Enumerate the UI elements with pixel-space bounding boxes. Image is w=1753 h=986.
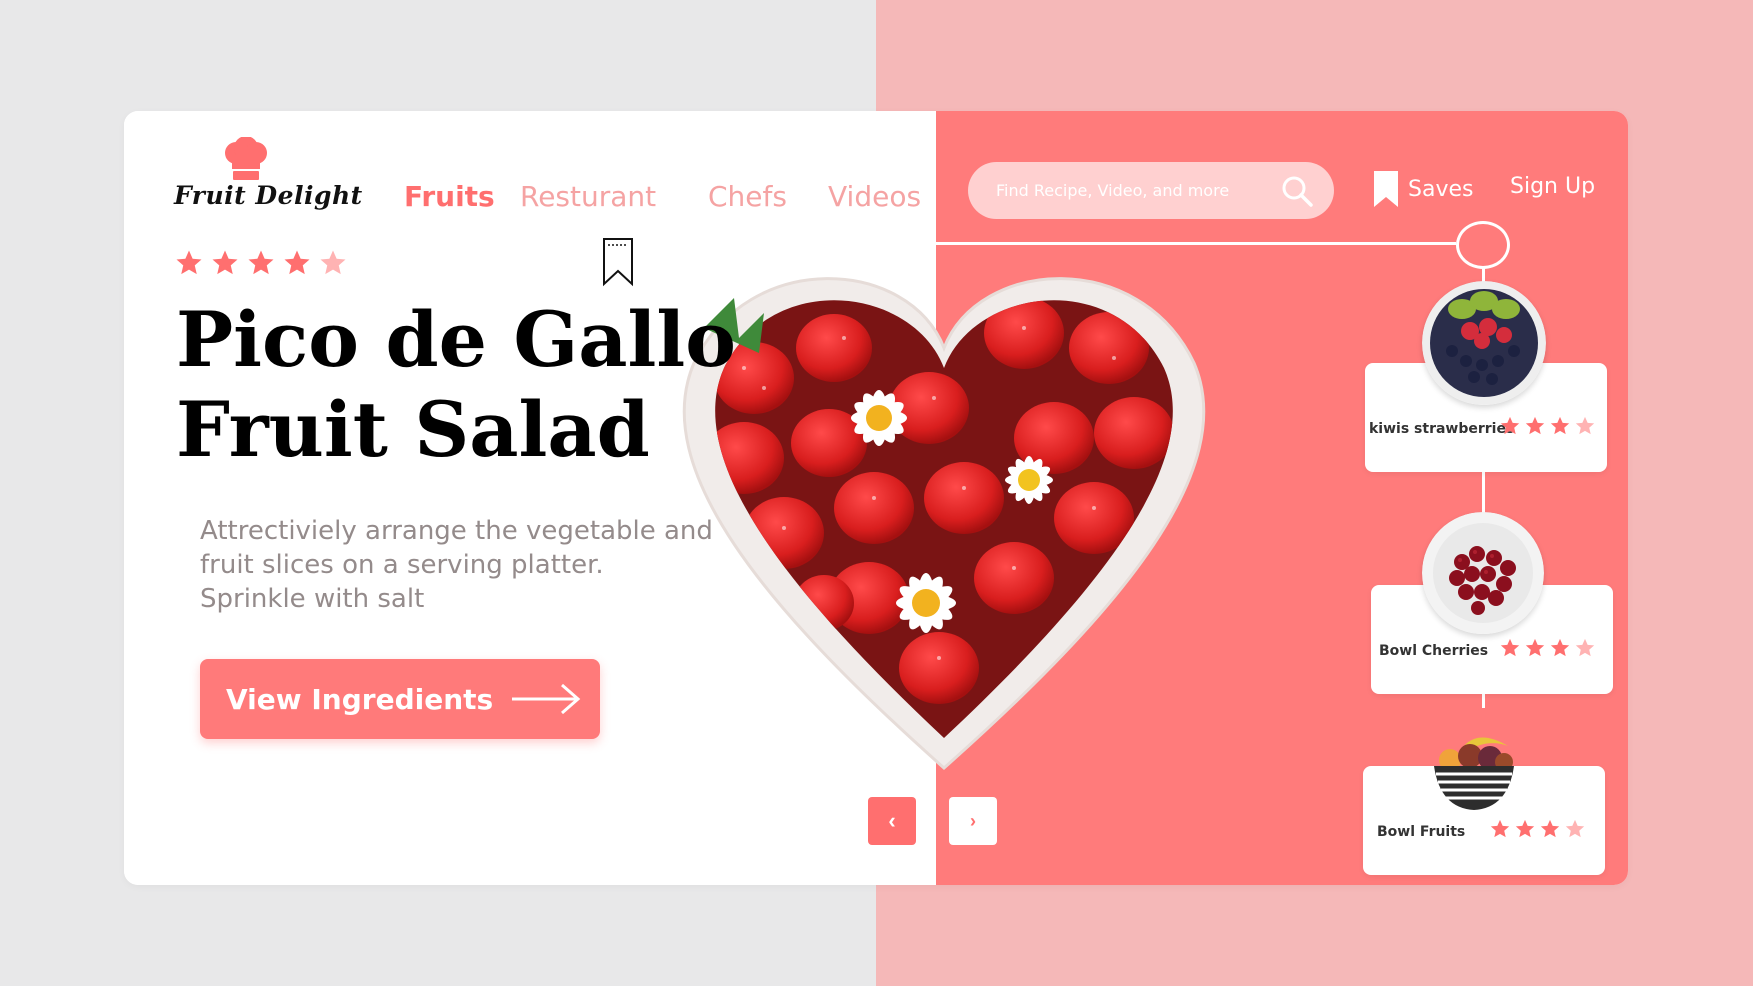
star-filled-icon: [284, 250, 310, 275]
recipe-name: kiwis strawberries: [1369, 421, 1515, 437]
kiwi-berry-bowl-image: [1422, 281, 1546, 405]
star-filled-icon: [1550, 416, 1570, 435]
saves-label: Saves: [1408, 176, 1474, 202]
next-slide-button[interactable]: ›: [949, 797, 997, 845]
search-icon[interactable]: [1280, 174, 1314, 208]
star-filled-icon: [1550, 638, 1570, 657]
star-filled-icon: [176, 250, 202, 275]
sign-up-link[interactable]: Sign Up: [1510, 174, 1595, 199]
recipe-rating: [1499, 415, 1596, 437]
recipe-rating: [1499, 637, 1596, 659]
search-bar: [968, 162, 1334, 219]
recipe-rating: [1489, 818, 1586, 840]
star-filled-icon: [1490, 819, 1510, 838]
description-line: Sprinkle with salt: [200, 584, 425, 614]
star-empty-icon: [1575, 638, 1595, 657]
recipe-name: Bowl Fruits: [1377, 824, 1466, 840]
star-filled-icon: [1500, 416, 1520, 435]
recipe-description: Attrectiviely arrange the vegetable and …: [200, 514, 713, 616]
nav-item-fruits[interactable]: Fruits: [404, 180, 495, 213]
timeline-horizontal: [936, 242, 1456, 245]
star-empty-icon: [1565, 819, 1585, 838]
brand-name: Fruit Delight: [174, 181, 363, 210]
star-filled-icon: [1500, 638, 1520, 657]
prev-slide-button[interactable]: ‹: [868, 797, 916, 845]
nav-item-resturant[interactable]: Resturant: [520, 180, 656, 213]
chef-hat-icon: [225, 137, 267, 180]
search-input[interactable]: [996, 181, 1266, 200]
arrow-right-icon: [512, 683, 581, 715]
brand-logo[interactable]: Fruit Delight: [174, 137, 362, 217]
star-empty-icon: [320, 250, 346, 275]
star-filled-icon: [1525, 416, 1545, 435]
star-filled-icon: [1540, 819, 1560, 838]
star-filled-icon: [212, 250, 238, 275]
view-ingredients-button[interactable]: View Ingredients: [200, 659, 600, 739]
title-line-1: Pico de Gallo: [176, 295, 736, 384]
view-ingredients-label: View Ingredients: [226, 682, 494, 716]
saves-link[interactable]: Saves: [1372, 169, 1473, 209]
star-empty-icon: [1575, 416, 1595, 435]
bookmark-filled-icon: [1374, 171, 1398, 207]
star-filled-icon: [1525, 638, 1545, 657]
description-line: Attrectiviely arrange the vegetable and: [200, 516, 713, 546]
heart-strawberry-bowl-image: [682, 277, 1206, 771]
cherries-bowl-image: [1422, 512, 1544, 634]
title-line-2: Fruit Salad: [176, 385, 650, 474]
description-line: fruit slices on a serving platter.: [200, 550, 604, 580]
hero-rating: [174, 248, 348, 278]
page-title: Pico de Gallo Fruit Salad: [176, 295, 736, 475]
recipe-name: Bowl Cherries: [1379, 643, 1489, 659]
nav-item-videos[interactable]: Videos: [828, 180, 921, 213]
star-filled-icon: [248, 250, 274, 275]
nav-item-chefs[interactable]: Chefs: [708, 180, 787, 213]
chevron-left-icon: ‹: [888, 808, 896, 833]
chevron-right-icon: ›: [970, 810, 976, 831]
bookmark-icon[interactable]: [602, 237, 634, 287]
timeline-node: [1456, 221, 1510, 269]
star-filled-icon: [1515, 819, 1535, 838]
fruit-bowl-image: [1428, 728, 1520, 820]
